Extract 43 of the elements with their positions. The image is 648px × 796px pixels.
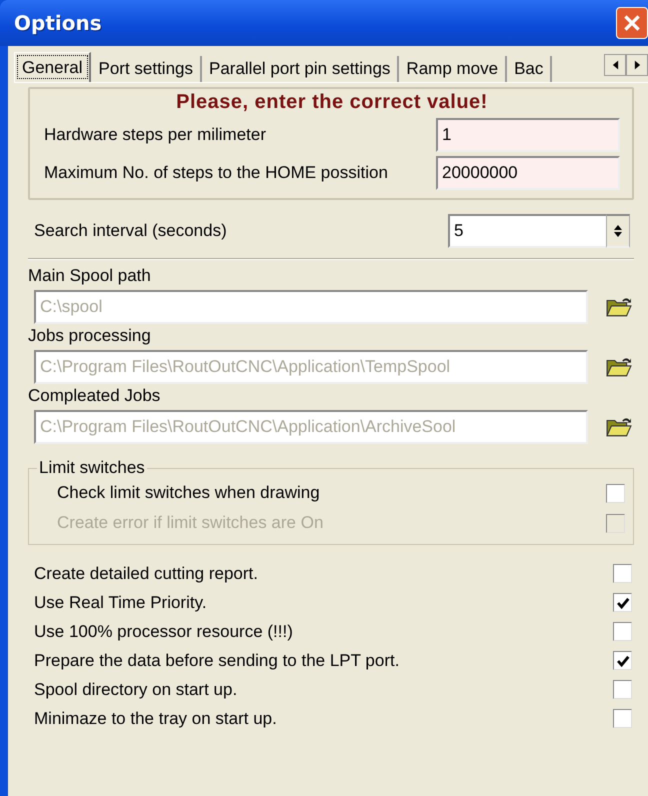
checkbox[interactable] bbox=[606, 484, 625, 502]
group-title: Limit switches bbox=[38, 458, 146, 478]
checkbox[interactable] bbox=[613, 651, 632, 670]
checkbox-label: Check limit switches when drawing bbox=[57, 483, 320, 503]
input-field[interactable]: 1 bbox=[436, 118, 620, 152]
checkbox-label: Use Real Time Priority. bbox=[34, 592, 207, 612]
close-button[interactable] bbox=[616, 7, 648, 39]
checkbox[interactable] bbox=[613, 680, 632, 699]
spin-button[interactable] bbox=[606, 214, 630, 248]
scroll-left-button[interactable] bbox=[604, 54, 626, 76]
warning-heading: Please, enter the correct value! bbox=[175, 91, 489, 114]
browse-button[interactable] bbox=[606, 416, 632, 438]
right-triangle-icon bbox=[634, 60, 640, 70]
field-label: Jobs processing bbox=[28, 326, 152, 346]
checkbox[interactable] bbox=[613, 709, 632, 728]
checkbox-label: Minimaze to the tray on start up. bbox=[34, 708, 277, 728]
field-label: Compleated Jobs bbox=[28, 386, 162, 406]
window-title: Options bbox=[14, 11, 102, 35]
checkbox[interactable] bbox=[613, 622, 632, 641]
scroll-right-button[interactable] bbox=[626, 54, 648, 76]
checkbox[interactable] bbox=[613, 564, 632, 583]
checkmark-icon bbox=[616, 596, 630, 610]
field-label: Main Spool path bbox=[28, 266, 152, 286]
left-triangle-icon bbox=[612, 60, 618, 70]
input-field[interactable]: 20000000 bbox=[436, 156, 620, 190]
browse-button[interactable] bbox=[606, 356, 632, 378]
tab[interactable]: General bbox=[14, 52, 92, 82]
spin-field[interactable]: 5 bbox=[448, 214, 606, 248]
up-down-arrows-icon bbox=[613, 223, 623, 239]
checkbox-label: Spool directory on start up. bbox=[34, 680, 238, 700]
field-label: Search interval (seconds) bbox=[34, 221, 227, 241]
browse-button[interactable] bbox=[606, 296, 632, 318]
folder-icon bbox=[606, 296, 632, 318]
folder-icon bbox=[606, 356, 632, 378]
field-label: Hardware steps per milimeter bbox=[44, 125, 266, 145]
checkbox-label: Create detailed cutting report. bbox=[34, 564, 258, 584]
checkbox-label: Prepare the data before sending to the LPT port. bbox=[34, 650, 400, 670]
field-label: Maximum No. of steps to the HOME possition bbox=[44, 163, 388, 183]
checkbox[interactable] bbox=[613, 593, 632, 612]
folder-icon bbox=[606, 416, 632, 438]
checkbox-label: Use 100% processor resource (!!!) bbox=[34, 622, 293, 642]
checkbox-label: Create error if limit switches are On bbox=[57, 513, 324, 533]
checkmark-icon bbox=[616, 654, 630, 668]
